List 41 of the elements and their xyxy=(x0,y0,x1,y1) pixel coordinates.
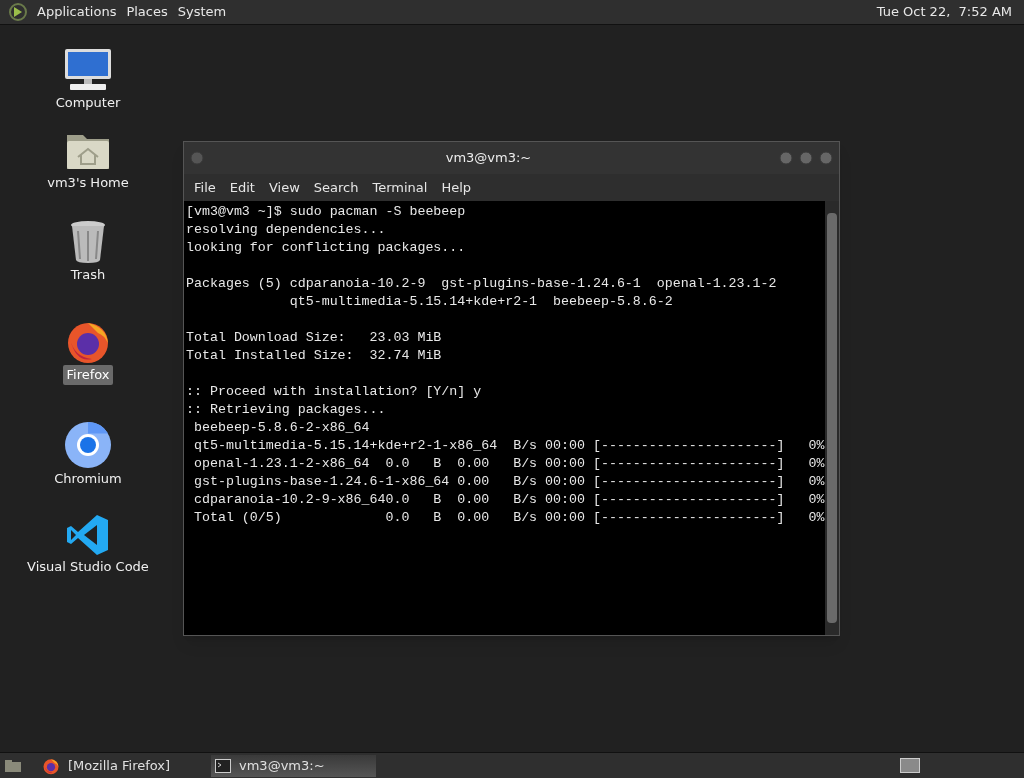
terminal-icon xyxy=(215,758,231,773)
terminal-line: :: Retrieving packages... xyxy=(186,401,387,419)
menu-item[interactable]: View xyxy=(262,177,306,198)
desktop-icon-label[interactable]: Trash xyxy=(67,265,109,285)
desktop-icon-label[interactable]: Visual Studio Code xyxy=(24,557,152,577)
terminal-line: :: Proceed with installation? [Y/n] y xyxy=(186,383,483,401)
terminal-line: resolving dependencies... xyxy=(186,221,387,239)
terminal-line: openal-1.23.1-2-x86_64 0.0 B 0.00 B/s 00:00 [----------------------] 0% xyxy=(192,455,825,473)
terminal-line: gst-plugins-base-1.24.6-1-x86_64 0.00 B/s 00:00 [----------------------] 0% xyxy=(192,473,825,491)
workspace-switcher[interactable] xyxy=(900,758,920,773)
menu-item[interactable]: File xyxy=(188,177,222,198)
terminal-line: Total Installed Size: 32.74 MiB xyxy=(186,347,443,365)
menu-item[interactable]: Help xyxy=(435,177,478,198)
menu-item[interactable]: Edit xyxy=(223,177,261,198)
terminal-line: Total (0/5) 0.0 B 0.00 B/s 00:00 [----------------------] 0% xyxy=(192,509,825,527)
scrollbar[interactable] xyxy=(825,201,839,635)
terminal-line: Total Download Size: 23.03 MiB xyxy=(186,329,443,347)
panel-clock[interactable]: Tue Oct 22, 7:52 AM xyxy=(876,2,1016,22)
terminal-line: qt5-multimedia-5.15.14+kde+r2-1 beebeep-5.8.6-2 xyxy=(288,293,674,311)
desktop-icon-label[interactable]: vm3's Home xyxy=(44,173,132,193)
desktop-icon-label[interactable]: Computer xyxy=(52,93,124,113)
panel-menu[interactable]: System xyxy=(172,2,232,22)
desktop-icon-label[interactable]: Chromium xyxy=(51,469,125,489)
firefox-icon xyxy=(42,756,60,775)
chromium-icon[interactable] xyxy=(64,419,112,469)
terminal-line: [vm3@vm3 ~]$ sudo pacman -S beebeep xyxy=(186,203,467,221)
terminal-line: looking for conflicting packages... xyxy=(186,239,467,257)
terminal-line: Packages (5) cdparanoia-10.2-9 gst-plugins-base-1.24.6-1 openal-1.23.1-2 xyxy=(186,275,778,293)
taskbar-button[interactable]: [Mozilla Firefox] xyxy=(38,754,203,777)
terminal-line: qt5-multimedia-5.15.14+kde+r2-1-x86_64 B/s 00:00 [----------------------] 0% xyxy=(192,437,825,455)
panel-menu[interactable]: Applications xyxy=(32,2,122,22)
desktop-icon-label[interactable]: Firefox xyxy=(63,365,113,385)
menu-item[interactable]: Search xyxy=(307,177,365,198)
terminal-line: cdparanoia-10.2-9-x86_640.0 B 0.00 B/s 00:00 [----------------------] 0% xyxy=(192,491,825,509)
panel-menu[interactable]: Places xyxy=(121,2,173,22)
menu-item[interactable]: Terminal xyxy=(366,177,434,198)
taskbar-button[interactable]: vm3@vm3:~ xyxy=(211,754,376,777)
window-title: vm3@vm3:~ xyxy=(444,149,533,168)
panel-logo-icon[interactable] xyxy=(8,2,28,22)
show-desktop-icon[interactable] xyxy=(4,758,22,773)
terminal-line: beebeep-5.8.6-2-x86_64 xyxy=(192,419,371,437)
